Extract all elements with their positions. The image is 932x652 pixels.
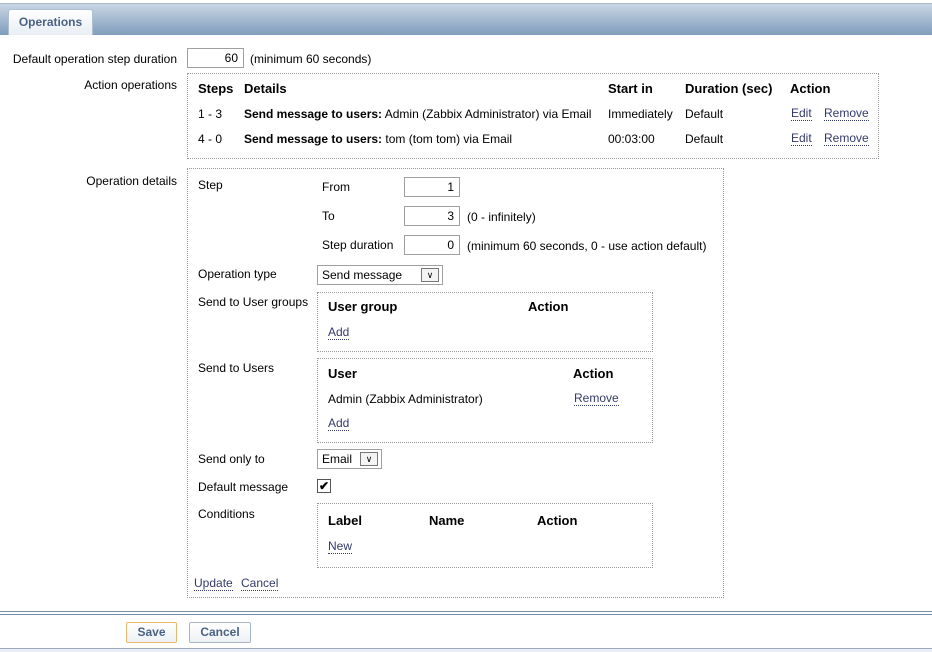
operation-type-label: Operation type — [198, 267, 277, 281]
cancel-button[interactable]: Cancel — [189, 622, 251, 643]
tab-bar — [0, 4, 932, 35]
from-input[interactable]: 1 — [404, 177, 460, 197]
users-label: Send to Users — [198, 361, 275, 375]
row-start: 00:03:00 — [608, 132, 655, 146]
row-duration: Default — [685, 132, 724, 146]
add-user-group-link[interactable]: Add — [328, 326, 350, 340]
remove-user-link[interactable]: Remove — [574, 392, 619, 406]
to-label: To — [322, 209, 335, 223]
add-user-link[interactable]: Add — [328, 417, 350, 431]
conditions-table: Label Name Action New — [317, 503, 653, 568]
col-action: Action — [537, 513, 578, 528]
chevron-down-icon: ∨ — [360, 452, 378, 466]
row-details: Send message to users: Admin (Zabbix Adm… — [244, 107, 592, 121]
col-start: Start in — [608, 81, 653, 96]
default-step-hint: (minimum 60 seconds) — [250, 52, 372, 66]
step-label: Step — [198, 178, 223, 192]
default-step-input[interactable]: 60 — [187, 48, 244, 68]
user-groups-label: Send to User groups — [198, 295, 309, 309]
row-start: Immediately — [608, 107, 673, 121]
remove-link[interactable]: Remove — [824, 132, 869, 146]
user-groups-table: User group Action Add — [317, 292, 653, 352]
footer-divider — [0, 611, 932, 615]
user-name: Admin (Zabbix Administrator) — [328, 392, 483, 406]
action-operations-table: Steps Details Start in Duration (sec) Ac… — [187, 73, 879, 159]
step-duration-label: Step duration — [322, 238, 394, 252]
chevron-down-icon: ∨ — [421, 268, 439, 282]
col-details: Details — [244, 81, 287, 96]
users-table: User Action Admin (Zabbix Administrator)… — [317, 358, 653, 443]
from-label: From — [322, 180, 350, 194]
operation-details-panel: Step From 1 To 3 (0 - infinitely) Step d… — [187, 168, 724, 598]
new-condition-link[interactable]: New — [328, 540, 353, 554]
tab-operations[interactable]: Operations — [8, 9, 93, 35]
edit-link[interactable]: Edit — [791, 132, 812, 146]
to-hint: (0 - infinitely) — [467, 210, 536, 224]
col-action: Action — [528, 299, 569, 314]
default-message-label: Default message — [198, 480, 289, 494]
action-operations-label: Action operations — [84, 78, 177, 92]
operation-type-select[interactable]: Send message ∨ — [317, 265, 443, 285]
step-duration-input[interactable]: 0 — [404, 235, 460, 255]
row-steps: 1 - 3 — [198, 107, 223, 121]
to-input[interactable]: 3 — [404, 206, 460, 226]
col-action: Action — [573, 366, 614, 381]
remove-link[interactable]: Remove — [824, 107, 869, 121]
default-step-label: Default operation step duration — [12, 52, 177, 66]
col-user-group: User group — [328, 299, 398, 314]
row-duration: Default — [685, 107, 724, 121]
cancel-operation-link[interactable]: Cancel — [241, 577, 279, 591]
edit-link[interactable]: Edit — [791, 107, 812, 121]
send-only-label: Send only to — [198, 452, 265, 466]
col-duration: Duration (sec) — [685, 81, 773, 96]
conditions-label: Conditions — [198, 507, 255, 521]
step-duration-hint: (minimum 60 seconds, 0 - use action defa… — [467, 239, 707, 253]
save-button[interactable]: Save — [126, 622, 177, 643]
table-row: 1 - 3 Send message to users: Admin (Zabb… — [198, 107, 869, 123]
col-steps: Steps — [198, 81, 234, 96]
row-details: Send message to users: tom (tom tom) via… — [244, 132, 513, 146]
col-action: Action — [790, 81, 831, 96]
col-label: Label — [328, 513, 362, 528]
default-message-checkbox[interactable]: ✔ — [317, 479, 331, 493]
send-only-select[interactable]: Email ∨ — [317, 449, 382, 469]
table-row: 4 - 0 Send message to users: tom (tom to… — [198, 132, 869, 148]
update-link[interactable]: Update — [194, 577, 233, 591]
row-steps: 4 - 0 — [198, 132, 223, 146]
col-user: User — [328, 366, 357, 381]
bottom-border — [0, 648, 932, 652]
operation-details-label: Operation details — [86, 174, 177, 188]
col-name: Name — [429, 513, 465, 528]
